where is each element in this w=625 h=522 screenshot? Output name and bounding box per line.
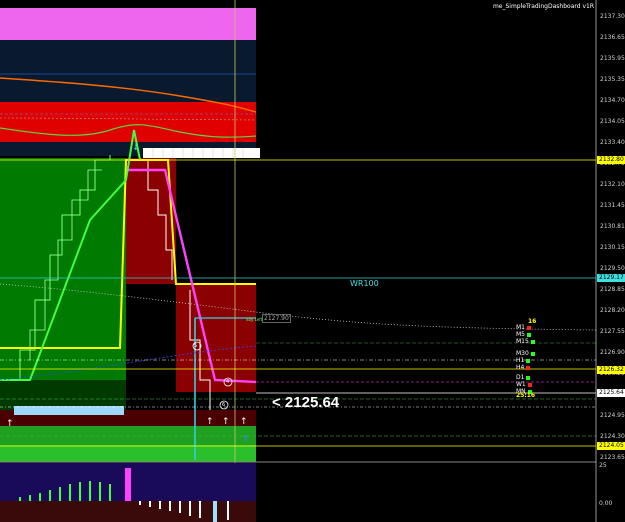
small-green-label: Say Left bbox=[246, 317, 263, 322]
timeframe-status-square bbox=[526, 358, 531, 363]
price-tag: 2132.80 bbox=[597, 156, 625, 164]
timeframe-label: M1 bbox=[516, 324, 525, 331]
price-axis-tick: 2137.30 bbox=[600, 13, 625, 20]
timeframe-row: M15 bbox=[516, 338, 535, 345]
price-axis-tick: 2134.05 bbox=[600, 118, 625, 125]
circle-marker-3: 6 bbox=[222, 402, 226, 408]
price-axis-tick: 2131.45 bbox=[600, 202, 625, 209]
white-block-row bbox=[143, 148, 260, 158]
price-axis-tick: 2128.85 bbox=[600, 286, 625, 293]
timeframe-row: M1 bbox=[516, 324, 531, 331]
price-axis-tick: 2127.55 bbox=[600, 328, 625, 335]
price-tag: 2126.32 bbox=[597, 366, 625, 374]
price-tag: 2124.05 bbox=[597, 442, 625, 450]
indicator-dark-area bbox=[0, 501, 256, 522]
timeframe-label: M15 bbox=[516, 338, 529, 345]
timeframe-label: H1 bbox=[516, 357, 525, 364]
price-axis-tick: 2123.65 bbox=[600, 454, 625, 461]
indicator-title: me_SimpleTradingDashboard v1R bbox=[492, 3, 594, 10]
svg-text:↑: ↑ bbox=[240, 417, 248, 427]
svg-text:↑: ↑ bbox=[206, 417, 214, 427]
green-zone bbox=[0, 158, 126, 380]
timeframe-label: D1 bbox=[516, 374, 525, 381]
timeframe-status-square bbox=[526, 375, 531, 380]
timeframe-row: H4 bbox=[516, 364, 531, 371]
light-blue-bar bbox=[14, 406, 124, 415]
price-axis-tick: 2135.95 bbox=[600, 55, 625, 62]
timeframe-row: H1 bbox=[516, 357, 531, 364]
magenta-zone bbox=[0, 8, 256, 40]
price-axis-tick: 2126.90 bbox=[600, 349, 625, 356]
lower-green-band bbox=[0, 445, 256, 462]
timeframe-status-square bbox=[530, 351, 535, 356]
timeframe-status-square bbox=[526, 365, 531, 370]
price-axis-tick: 2134.70 bbox=[600, 97, 625, 104]
timeframe-row: M30 bbox=[516, 350, 535, 357]
svg-text:↑: ↑ bbox=[222, 417, 230, 427]
indicator-axis-bottom: 0.00 bbox=[599, 500, 613, 507]
price-tag: 2125.64 bbox=[597, 389, 625, 397]
dashboard-timer: 25:16 bbox=[516, 392, 536, 399]
navy-zone bbox=[0, 40, 256, 102]
price-chart[interactable]: ↑ ↑ ↑ ↑ ↓ ↑ bbox=[0, 0, 625, 522]
timeframe-status-square bbox=[530, 339, 535, 344]
price-axis-tick: 2130.81 bbox=[600, 223, 625, 230]
wr100-label: WR100 bbox=[350, 279, 379, 288]
price-axis-tick: 2128.20 bbox=[600, 307, 625, 314]
circle-marker-2: 4 bbox=[226, 379, 230, 385]
price-axis-tick: 2135.35 bbox=[600, 76, 625, 83]
svg-text:↑: ↑ bbox=[6, 419, 14, 429]
price-axis-tick: 2133.40 bbox=[600, 139, 625, 146]
indicator-axis-top: 25 bbox=[599, 462, 607, 469]
price-axis-tick: 2136.65 bbox=[600, 34, 625, 41]
timeframe-label: M5 bbox=[516, 331, 525, 338]
timeframe-status-square bbox=[527, 382, 532, 387]
timeframe-status-square bbox=[527, 332, 531, 337]
price-axis-tick: 2124.95 bbox=[600, 412, 625, 419]
price-axis-tick: 2129.50 bbox=[600, 265, 625, 272]
red-zone bbox=[0, 102, 256, 142]
timeframe-row: D1 bbox=[516, 374, 531, 381]
timeframe-status-square bbox=[527, 325, 531, 330]
dark-red-zone-2 bbox=[176, 284, 256, 392]
timeframe-label: M30 bbox=[516, 350, 529, 357]
dark-green-zone bbox=[0, 380, 126, 410]
price-axis-tick: 2132.10 bbox=[600, 181, 625, 188]
circle-marker-1: 5 bbox=[194, 343, 198, 349]
price-axis-tick: 2130.15 bbox=[600, 244, 625, 251]
timeframe-row: M5 bbox=[516, 331, 531, 338]
timeframe-label: H4 bbox=[516, 364, 525, 371]
down-arrow-icon: ↓ bbox=[132, 143, 140, 153]
price-tag: 2129.17 bbox=[597, 274, 625, 282]
timeframe-row: W1 bbox=[516, 381, 532, 388]
current-price-label: < 2125.64 bbox=[272, 394, 340, 411]
blue-arrow-icon: ↑ bbox=[242, 435, 250, 445]
price-axis-tick: 2124.30 bbox=[600, 433, 625, 440]
timeframe-label: W1 bbox=[516, 381, 526, 388]
level-price-box: 2127.90 bbox=[262, 314, 291, 323]
